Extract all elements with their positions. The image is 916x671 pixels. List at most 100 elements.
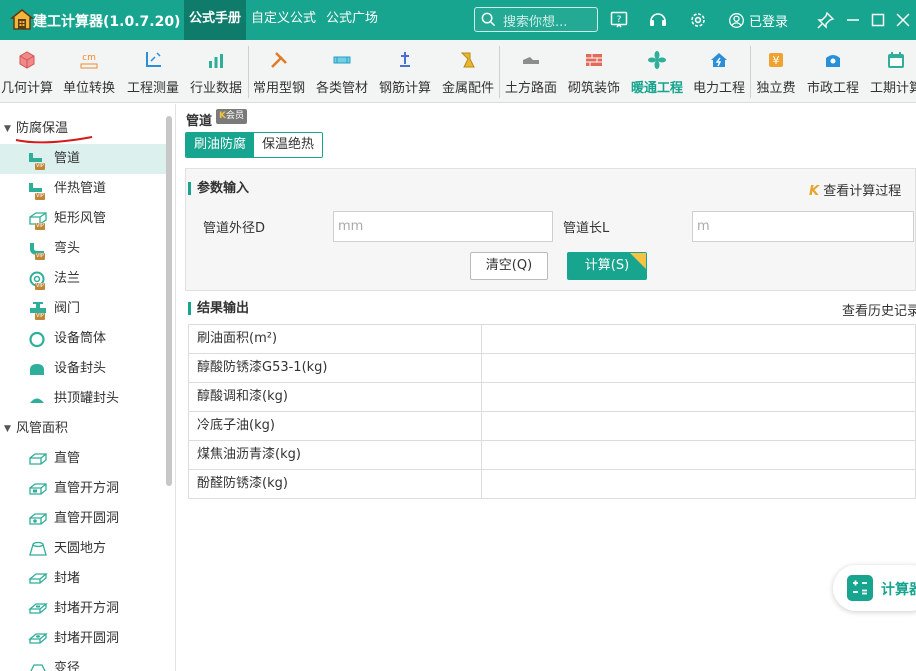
duct-square-hole-icon <box>29 483 47 495</box>
tree-item-flange[interactable]: VIP 法兰 <box>0 264 166 294</box>
tree-item-round-to-square[interactable]: 天圆地方 <box>0 534 166 564</box>
tree-item-elbow[interactable]: VIP 弯头 <box>0 234 166 264</box>
dome-icon <box>30 364 44 375</box>
ribbon-metal-fittings[interactable]: 金属配件 <box>439 40 497 102</box>
ribbon-earthwork[interactable]: 土方路面 <box>502 40 560 102</box>
sidebar-tree: ▼ 防腐保温 VIP 管道 VIP 伴热管道 VIP 矩形风管 VIP 弯头 V… <box>0 104 176 671</box>
table-row: 冷底子油(kg) <box>189 412 916 441</box>
ribbon-unit-convert[interactable]: cm 单位转换 <box>60 40 118 102</box>
pin-icon[interactable] <box>816 10 836 30</box>
ribbon-common-steel[interactable]: 常用型钢 <box>251 40 307 102</box>
tree-group-duct-area[interactable]: ▼ 风管面积 <box>0 414 166 444</box>
plate-round-hole-icon <box>28 633 48 644</box>
ribbon-survey[interactable]: 工程测量 <box>124 40 182 102</box>
calculator-float-button[interactable]: 计算器 <box>833 565 916 611</box>
ring-icon <box>29 331 45 348</box>
search-icon <box>481 12 496 27</box>
pipe-length-input[interactable] <box>692 211 914 242</box>
metal-fitting-icon <box>460 52 475 68</box>
tab-custom-formula[interactable]: 自定义公式 <box>251 0 316 40</box>
tree-item-vessel-shell[interactable]: 设备筒体 <box>0 324 166 354</box>
clear-button[interactable]: 清空(Q) <box>470 252 548 280</box>
table-row: 煤焦油沥青漆(kg) <box>189 441 916 470</box>
title-bar: 建工计算器(1.0.7.20) 公式手册 自定义公式 公式广场 搜索你想... … <box>0 0 916 40</box>
maximize-icon[interactable] <box>868 10 888 30</box>
sidebar-scrollbar[interactable] <box>166 116 172 486</box>
tree-item-vessel-head[interactable]: 设备封头 <box>0 354 166 384</box>
ribbon-divider <box>499 46 500 98</box>
help-icon[interactable]: ? <box>609 10 629 30</box>
tree-item-duct-square-hole[interactable]: 直管开方洞 <box>0 474 166 504</box>
money-icon: ¥ <box>769 53 783 67</box>
calendar-icon <box>888 52 904 68</box>
app-title: 建工计算器(1.0.7.20) <box>33 14 181 30</box>
tree-item-blank-plate[interactable]: 封堵 <box>0 564 166 594</box>
calc-tabs: 刷油防腐 保温绝热 <box>185 132 324 158</box>
category-ribbon: 几何计算 cm 单位转换 工程测量 行业数据 常用型钢 各类管材 钢筋计算 金属… <box>0 40 916 103</box>
tree-item-reducer[interactable]: 变径 <box>0 654 166 671</box>
duct-icon <box>29 453 47 465</box>
power-house-icon <box>711 53 727 67</box>
ribbon-schedule[interactable]: 工期计算 <box>867 40 916 102</box>
headset-icon[interactable] <box>648 10 668 30</box>
tree-item-rect-duct[interactable]: VIP 矩形风管 <box>0 204 166 234</box>
tab-insulation[interactable]: 保温绝热 <box>254 133 323 157</box>
close-icon[interactable] <box>893 10 913 30</box>
search-input[interactable]: 搜索你想... <box>503 11 567 30</box>
login-status[interactable]: 已登录 <box>728 10 788 30</box>
municipal-icon <box>826 55 840 67</box>
member-badge: K会员 <box>216 109 247 124</box>
search-box[interactable]: 搜索你想... <box>474 7 598 32</box>
history-link[interactable]: 查看历史记录 <box>842 300 916 319</box>
input-panel: 参数输入 K 查看计算过程 管道外径D 管道长L 清空(Q) 计算(S) <box>185 168 916 291</box>
svg-text:?: ? <box>617 15 622 25</box>
tree-item-pipe[interactable]: VIP 管道 <box>0 144 166 174</box>
calculator-icon <box>847 575 873 601</box>
ribbon-geometry[interactable]: 几何计算 <box>0 40 54 102</box>
reducer-icon <box>30 664 46 671</box>
vip-k-icon: K <box>809 184 820 199</box>
main-content: 管道 K会员 刷油防腐 保温绝热 参数输入 K 查看计算过程 管道外径D 管道长… <box>178 104 916 671</box>
calculate-button[interactable]: 计算(S) <box>567 252 647 280</box>
tree-group-anticorrosion[interactable]: ▼ 防腐保温 <box>0 114 166 144</box>
tree-item-heat-tracing-pipe[interactable]: VIP 伴热管道 <box>0 174 166 204</box>
tree-item-plate-square-hole[interactable]: 封堵开方洞 <box>0 594 166 624</box>
ribbon-industry-data[interactable]: 行业数据 <box>188 40 244 102</box>
tree-item-plate-round-hole[interactable]: 封堵开圆洞 <box>0 624 166 654</box>
tab-paint-anticorrosion[interactable]: 刷油防腐 <box>186 133 255 157</box>
outer-diameter-input[interactable] <box>333 211 553 242</box>
ribbon-pipes[interactable]: 各类管材 <box>313 40 371 102</box>
plate-square-hole-icon <box>28 603 48 614</box>
arch-icon <box>30 398 44 403</box>
ribbon-municipal[interactable]: 市政工程 <box>804 40 862 102</box>
svg-text:¥: ¥ <box>773 54 780 67</box>
tree-item-straight-duct[interactable]: 直管 <box>0 444 166 474</box>
ribbon-independent-fee[interactable]: ¥ 独立费 <box>753 40 799 102</box>
unit-cm-icon: cm <box>80 53 98 69</box>
tree-item-valve[interactable]: VIP 阀门 <box>0 294 166 324</box>
tab-formula-square[interactable]: 公式广场 <box>326 0 378 40</box>
result-table: 刷油面积(m²) 醇酸防锈漆G53-1(kg) 醇酸调和漆(kg) 冷底子油(k… <box>188 324 916 499</box>
caret-down-icon: ▼ <box>4 124 11 134</box>
caret-down-icon: ▼ <box>4 424 11 434</box>
minimize-icon[interactable] <box>843 10 863 30</box>
ribbon-rebar[interactable]: 钢筋计算 <box>376 40 434 102</box>
ribbon-masonry[interactable]: 砌筑装饰 <box>564 40 624 102</box>
tree-item-arch-tank-head[interactable]: 拱顶罐封头 <box>0 384 166 414</box>
tree-item-duct-round-hole[interactable]: 直管开圆洞 <box>0 504 166 534</box>
svg-text:cm: cm <box>82 53 96 63</box>
ribbon-hvac[interactable]: 暖通工程 <box>627 40 687 102</box>
brick-icon <box>586 54 602 66</box>
table-row: 刷油面积(m²) <box>189 325 916 354</box>
view-process-link[interactable]: K 查看计算过程 <box>809 180 901 199</box>
rebar-icon <box>400 52 410 67</box>
gear-icon[interactable] <box>688 10 708 30</box>
input-section-title: 参数输入 <box>188 182 249 195</box>
tab-formula-manual[interactable]: 公式手册 <box>184 0 246 40</box>
road-icon <box>523 57 539 64</box>
page-title: 管道 <box>186 114 213 129</box>
ribbon-power[interactable]: 电力工程 <box>690 40 748 102</box>
pipe-length-label: 管道长L <box>563 221 610 236</box>
ribbon-divider <box>750 46 751 98</box>
table-row: 醇酸调和漆(kg) <box>189 383 916 412</box>
